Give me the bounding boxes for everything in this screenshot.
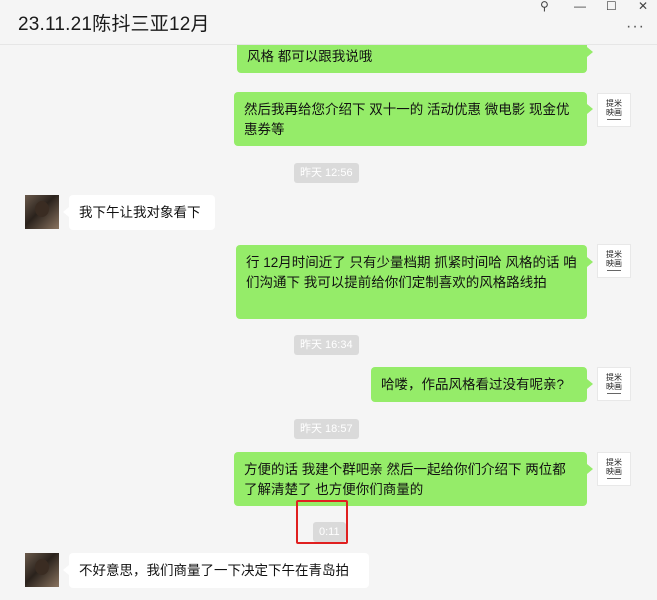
avatar-logo-rule [607,478,621,479]
own-avatar[interactable]: 提米 映画 [597,367,631,401]
pin-icon[interactable]: ⚲ [540,0,549,14]
avatar-logo-text: 提米 [606,99,622,108]
contact-avatar[interactable] [25,553,59,587]
message-bubble-sent[interactable]: 然后我再给您介绍下 双十一的 活动优惠 微电影 现金优惠券等 [234,92,593,146]
timestamp: 昨天 16:34 [294,335,359,355]
message-text: 风格 都可以跟我说哦 [247,49,373,64]
message-text: 然后我再给您介绍下 双十一的 活动优惠 微电影 现金优惠券等 [244,102,570,137]
minimize-icon[interactable]: — [574,0,586,14]
message-text: 我下午让我对象看下 [79,205,201,220]
contact-avatar[interactable] [25,195,59,229]
message-text: 不好意思，我们商量了一下决定下午在青岛拍 [79,563,349,578]
chat-title: 23.11.21陈抖三亚12月 [18,14,210,35]
own-avatar[interactable]: 提米 映画 [597,93,631,127]
avatar-logo-text: 映画 [606,108,622,117]
avatar-logo-text: 提米 [606,250,622,259]
message-bubble-received[interactable]: 不好意思，我们商量了一下决定下午在青岛拍 [63,553,369,588]
message-text: 方便的话 我建个群吧亲 然后一起给你们介绍下 两位都了解清楚了 也方便你们商量的 [244,462,566,497]
avatar-logo-rule [607,393,621,394]
message-bubble-sent[interactable]: 哈喽，作品风格看过没有呢亲? [371,367,593,402]
maximize-icon[interactable]: ☐ [606,0,617,14]
message-text: 行 12月时间近了 只有少量档期 抓紧时间哈 风格的话 咱们沟通下 我可以提前给… [246,255,577,290]
avatar-logo-text: 映画 [606,382,622,391]
avatar-logo-text: 映画 [606,467,622,476]
avatar-logo-rule [607,270,621,271]
timestamp: 昨天 12:56 [294,163,359,183]
close-icon[interactable]: ✕ [638,0,648,14]
avatar-logo-rule [607,119,621,120]
avatar-logo-text: 映画 [606,259,622,268]
title-bar: 23.11.21陈抖三亚12月 ⚲ — ☐ ✕ ··· [0,0,657,45]
avatar-logo-text: 提米 [606,373,622,382]
own-avatar[interactable]: 提米 映画 [597,452,631,486]
timestamp: 昨天 18:57 [294,419,359,439]
message-bubble-sent[interactable]: 方便的话 我建个群吧亲 然后一起给你们介绍下 两位都了解清楚了 也方便你们商量的 [234,452,593,506]
message-text: 哈喽，作品风格看过没有呢亲? [381,377,565,392]
annotation-highlight-box [296,500,348,544]
message-bubble-sent[interactable]: 风格 都可以跟我说哦 [237,45,593,73]
more-options-icon[interactable]: ··· [626,18,645,36]
avatar-logo-text: 提米 [606,458,622,467]
own-avatar[interactable]: 提米 映画 [597,244,631,278]
message-bubble-sent[interactable]: 行 12月时间近了 只有少量档期 抓紧时间哈 风格的话 咱们沟通下 我可以提前给… [236,245,593,319]
message-bubble-received[interactable]: 我下午让我对象看下 [63,195,215,230]
